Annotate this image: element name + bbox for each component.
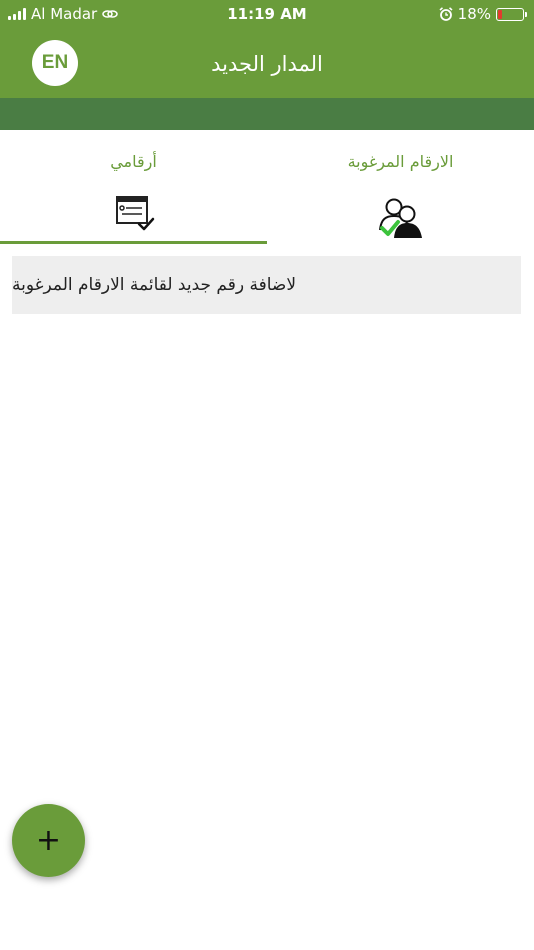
tab-bar: الارقام المرغوبة أرقامي (0, 130, 534, 245)
header-band (0, 98, 534, 130)
add-number-prompt[interactable]: لاضافة رقم جديد لقائمة الارقام المرغوبة (12, 256, 521, 314)
tab-my-numbers[interactable]: أرقامي (0, 130, 267, 245)
app-title: المدار الجديد (211, 52, 323, 76)
plus-icon: + (35, 823, 62, 858)
tab-selected-indicator (0, 241, 267, 244)
tab-desired-numbers[interactable]: الارقام المرغوبة (267, 130, 534, 245)
alarm-icon (439, 7, 453, 21)
users-check-icon (379, 198, 422, 238)
status-right: 18% (439, 5, 527, 23)
battery-percent: 18% (457, 5, 491, 23)
app-header: Al Madar 11:19 AM 18% EN المدار الجديد (0, 0, 534, 98)
card-check-icon (116, 196, 155, 231)
add-button[interactable]: + (12, 804, 85, 877)
status-bar: Al Madar 11:19 AM 18% (0, 0, 534, 28)
add-number-prompt-text: لاضافة رقم جديد لقائمة الارقام المرغوبة (12, 275, 297, 295)
tab-desired-numbers-label: الارقام المرغوبة (347, 152, 454, 171)
battery-icon (496, 7, 527, 21)
tab-my-numbers-label: أرقامي (110, 152, 157, 171)
